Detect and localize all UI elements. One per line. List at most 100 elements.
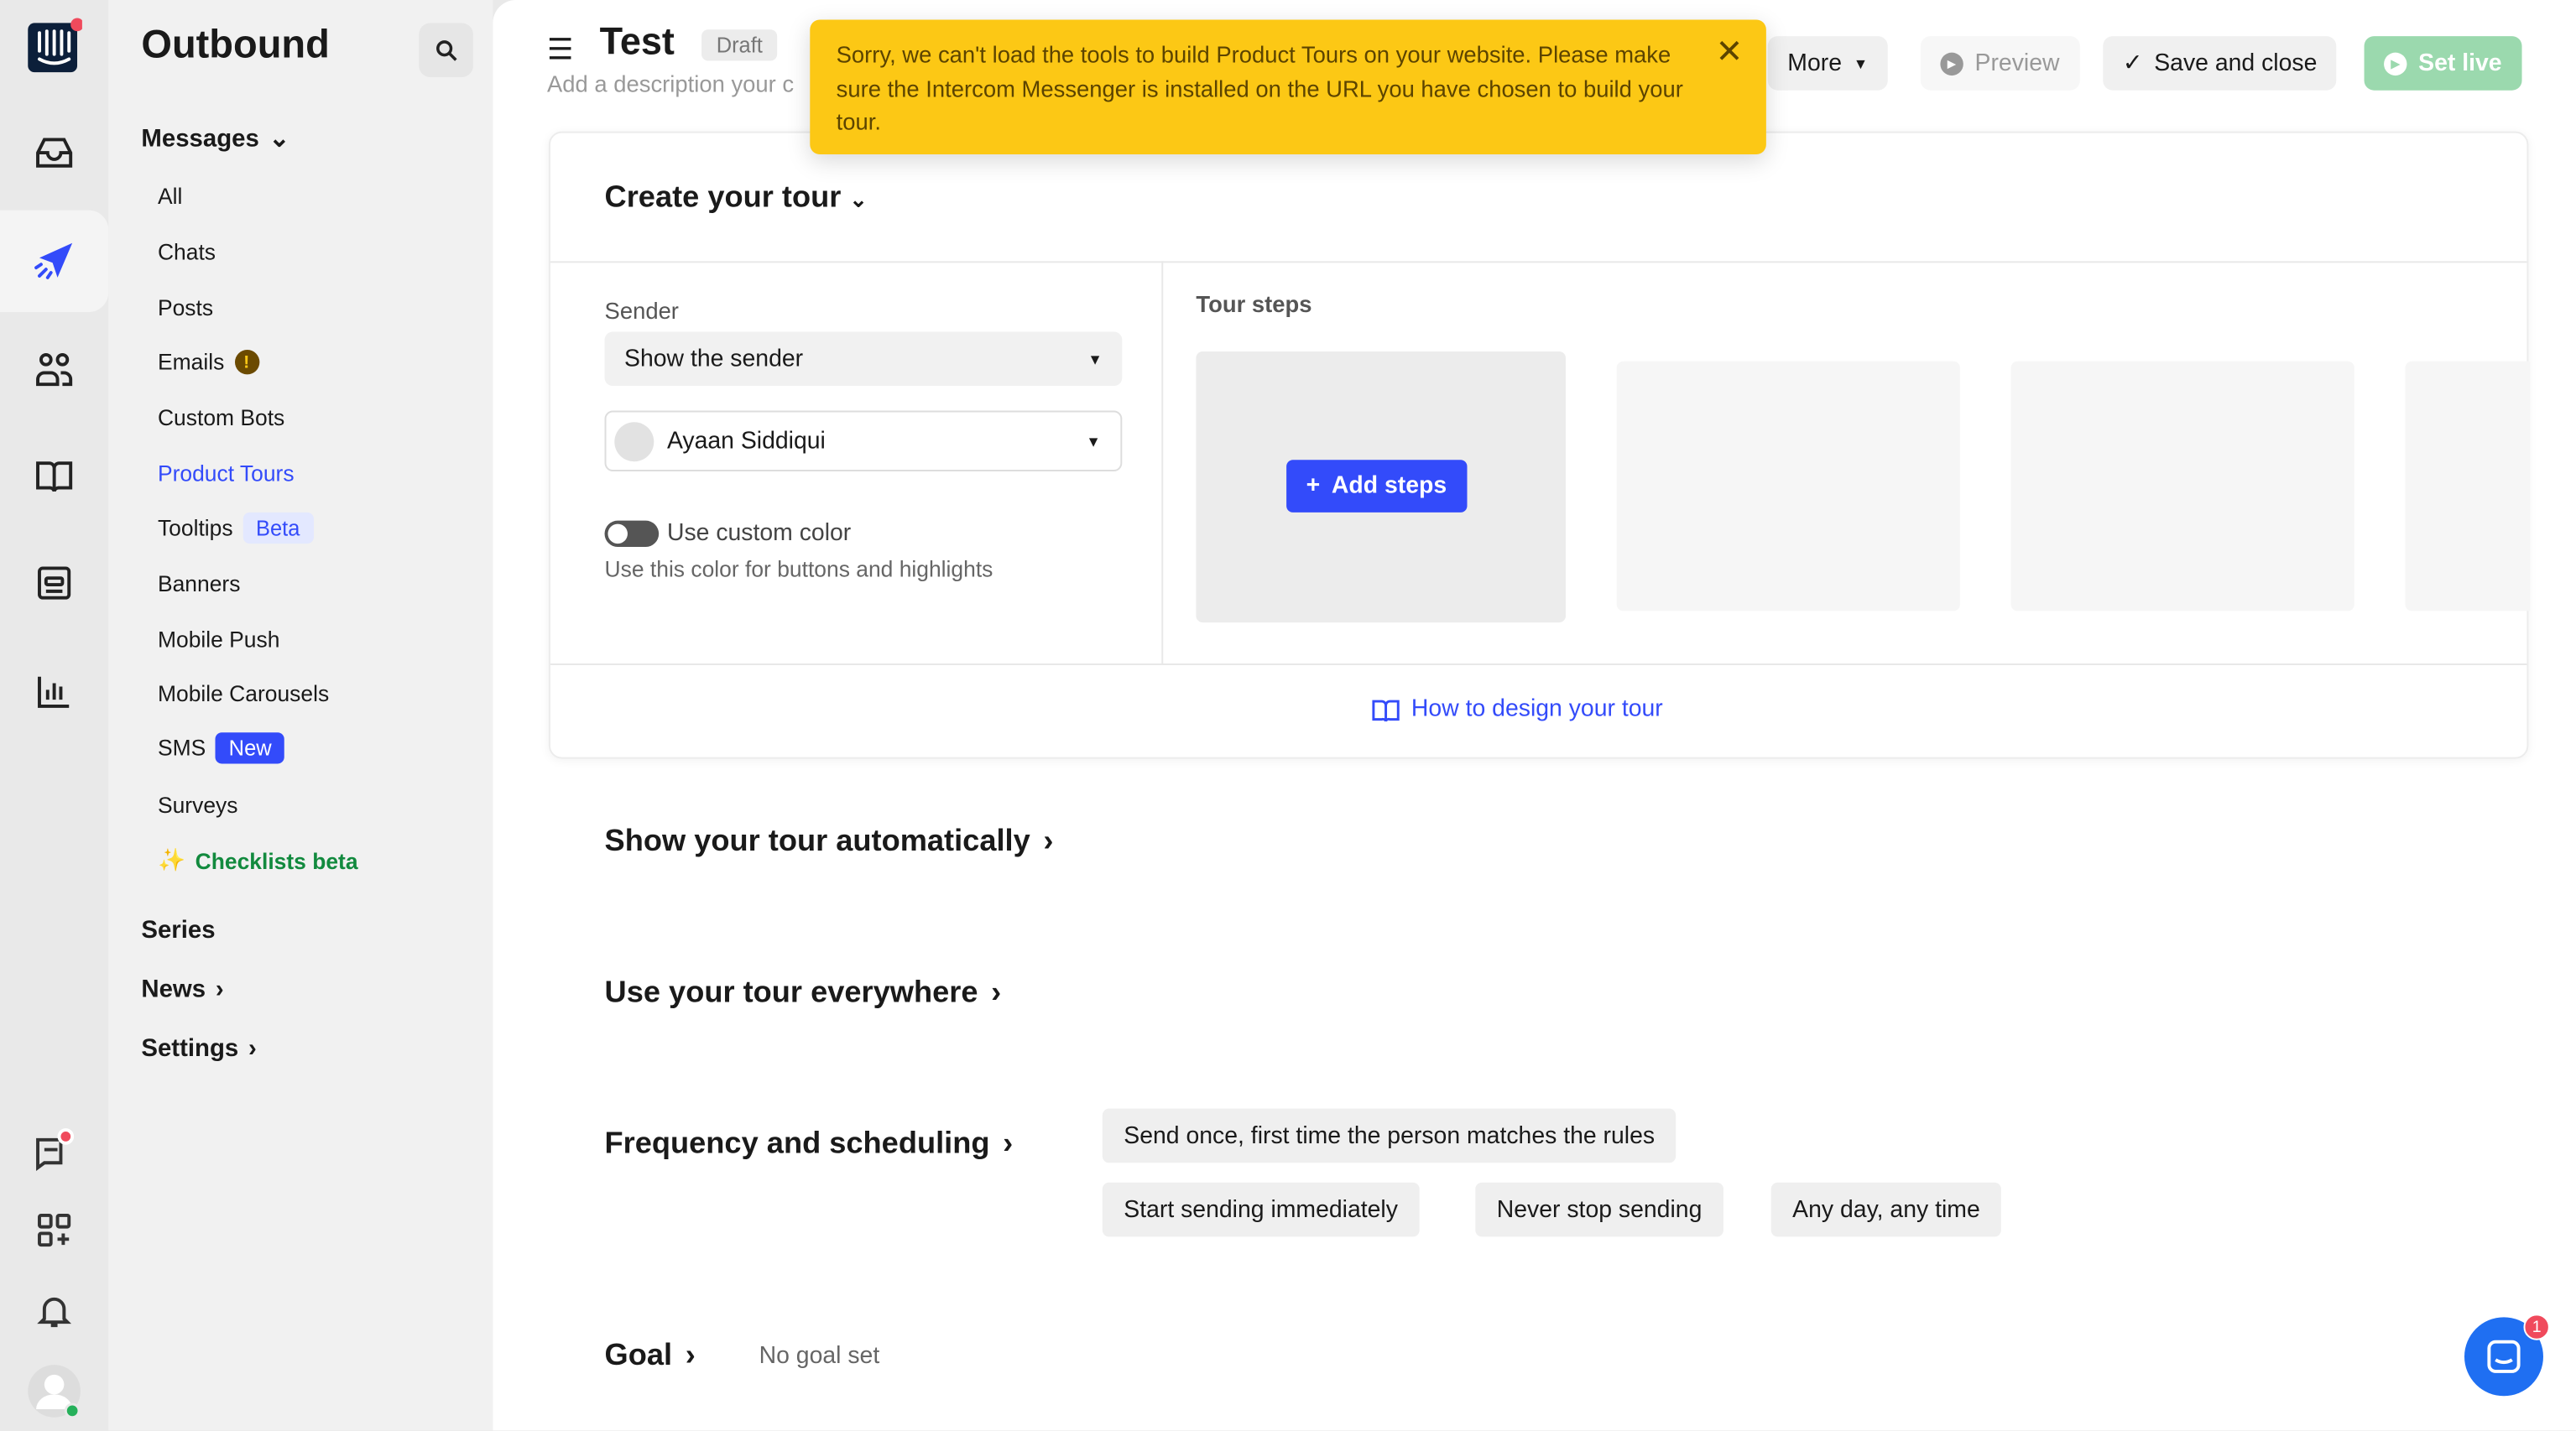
set-live-button[interactable]: ▶ Set live	[2364, 36, 2522, 91]
avatar[interactable]	[0, 1350, 108, 1431]
sender-person-select[interactable]: Ayaan Siddiqui ▼	[604, 410, 1123, 471]
preview-button[interactable]: ▶ Preview	[1920, 36, 2080, 91]
start-pill[interactable]: Start sending immediately	[1102, 1182, 1420, 1237]
tour-step-placeholder	[1616, 361, 1960, 611]
play-icon: ▶	[2384, 51, 2407, 75]
divider	[1161, 261, 1164, 664]
divider	[550, 663, 2527, 665]
sender-name: Ayaan Siddiqui	[666, 428, 826, 455]
avatar	[614, 421, 654, 461]
custom-color-help: Use this color for buttons and highlight…	[604, 556, 993, 582]
tour-step-placeholder	[2405, 361, 2531, 611]
item-label: All	[157, 184, 183, 209]
schedule-pill[interactable]: Any day, any time	[1770, 1182, 2002, 1237]
chevron-right-icon: ›	[1003, 1125, 1014, 1160]
messages-label: Messages	[141, 123, 259, 153]
more-button[interactable]: More ▼	[1767, 36, 1888, 91]
show-automatically-section[interactable]: Show your tour automatically ›	[605, 823, 1054, 859]
add-steps-button[interactable]: + Add steps	[1286, 460, 1467, 513]
caret-down-icon: ▼	[1853, 55, 1869, 72]
messages-group[interactable]: Messages ⌄	[141, 123, 289, 153]
new-badge: New	[216, 732, 285, 764]
outbound-icon[interactable]	[0, 210, 109, 313]
section-title: Goal	[604, 1336, 673, 1371]
chevron-down-icon: ⌄	[849, 187, 868, 212]
item-label: Emails	[157, 350, 225, 375]
description-input[interactable]: Add a description your c	[547, 70, 810, 96]
inbox-icon[interactable]	[0, 112, 108, 194]
sidebar-item-emails[interactable]: Emails!	[157, 350, 259, 375]
messenger-launcher[interactable]: 1	[2464, 1314, 2550, 1397]
chevron-right-icon: ›	[215, 976, 224, 1004]
menu-icon[interactable]: ☰	[547, 33, 574, 67]
chevron-right-icon: ›	[685, 1336, 696, 1371]
help-link-label: How to design your tour	[1411, 696, 1663, 723]
news-group[interactable]: News ›	[141, 976, 223, 1003]
save-and-close-button[interactable]: ✓ Save and close	[2103, 36, 2337, 91]
use-everywhere-section[interactable]: Use your tour everywhere ›	[605, 974, 1002, 1010]
app-rail	[0, 0, 109, 1431]
goal-value: No goal set	[759, 1343, 880, 1370]
sidebar-item-chats[interactable]: Chats	[158, 240, 216, 264]
close-icon[interactable]: ✕	[1716, 36, 1744, 70]
sidebar-item-sms[interactable]: SMS New	[157, 732, 285, 764]
tour-step-placeholder	[2010, 361, 2354, 611]
create-tour-card: Create your tour ⌄ Sender Show the sende…	[548, 131, 2531, 759]
item-label: SMS	[157, 736, 206, 761]
sidebar-item-product-tours[interactable]: Product Tours	[158, 461, 295, 486]
custom-color-toggle[interactable]	[604, 520, 660, 548]
chevron-right-icon: ›	[991, 974, 1002, 1009]
sidebar-item-custom-bots[interactable]: Custom Bots	[158, 406, 284, 430]
goal-section[interactable]: Goal ›	[605, 1337, 696, 1373]
item-label: Checklists beta	[195, 848, 358, 873]
messages-notification-icon[interactable]	[0, 1109, 108, 1191]
more-label: More	[1787, 49, 1843, 77]
sidebar-item-mobile-push[interactable]: Mobile Push	[158, 627, 279, 652]
create-tour-heading[interactable]: Create your tour ⌄	[605, 179, 868, 215]
error-toast: Sorry, we can't load the tools to build …	[810, 19, 1766, 155]
page-title[interactable]: Test	[600, 19, 675, 64]
item-label: Surveys	[157, 793, 238, 819]
bell-icon[interactable]	[0, 1270, 108, 1352]
toast-message: Sorry, we can't load the tools to build …	[836, 40, 1683, 135]
search-button[interactable]	[419, 23, 473, 78]
check-icon: ✓	[2122, 49, 2143, 77]
status-badge: Draft	[701, 29, 778, 61]
add-steps-label: Add steps	[1331, 472, 1447, 500]
series-group[interactable]: Series	[141, 917, 215, 944]
item-label: Mobile Push	[157, 627, 280, 653]
preview-label: Preview	[1974, 49, 2060, 77]
sidebar-item-all[interactable]: All	[158, 184, 182, 208]
intercom-logo[interactable]	[0, 5, 108, 87]
item-label: Banners	[157, 571, 241, 596]
frequency-pill[interactable]: Send once, first time the person matches…	[1102, 1108, 1676, 1163]
outbound-sidebar: Outbound Messages ⌄ All Chats Posts Email…	[108, 0, 493, 1431]
sidebar-item-posts[interactable]: Posts	[158, 295, 213, 320]
sidebar-item-checklists[interactable]: ✨ Checklists beta	[158, 847, 358, 873]
sidebar-item-banners[interactable]: Banners	[158, 571, 240, 596]
section-title: Use your tour everywhere	[604, 974, 978, 1009]
custom-color-label: Use custom color	[666, 520, 852, 548]
caret-down-icon: ▼	[1086, 432, 1101, 450]
sender-select[interactable]: Show the sender ▼	[604, 331, 1123, 387]
search-icon	[435, 39, 456, 60]
sidebar-item-mobile-carousels[interactable]: Mobile Carousels	[158, 682, 329, 706]
stop-pill[interactable]: Never stop sending	[1475, 1182, 1723, 1237]
item-label: Posts	[157, 295, 214, 320]
settings-group[interactable]: Settings ›	[141, 1035, 256, 1063]
frequency-section[interactable]: Frequency and scheduling ›	[605, 1125, 1014, 1161]
analytics-icon[interactable]	[0, 650, 108, 732]
caret-down-icon: ▼	[1087, 351, 1103, 367]
how-to-design-link[interactable]: How to design your tour	[1372, 696, 1663, 723]
reports-icon[interactable]	[0, 542, 108, 624]
sidebar-item-tooltips[interactable]: Tooltips Beta	[158, 512, 314, 544]
sender-label: Sender	[604, 297, 679, 324]
sidebar-item-surveys[interactable]: Surveys	[158, 794, 238, 818]
set-live-label: Set live	[2418, 49, 2502, 77]
contacts-icon[interactable]	[0, 329, 108, 411]
apps-icon[interactable]	[0, 1189, 108, 1272]
sidebar-title: Outbound	[141, 23, 330, 68]
group-label: News	[141, 976, 206, 1004]
book-icon[interactable]	[0, 435, 108, 518]
tour-steps-label: Tour steps	[1196, 290, 1312, 317]
